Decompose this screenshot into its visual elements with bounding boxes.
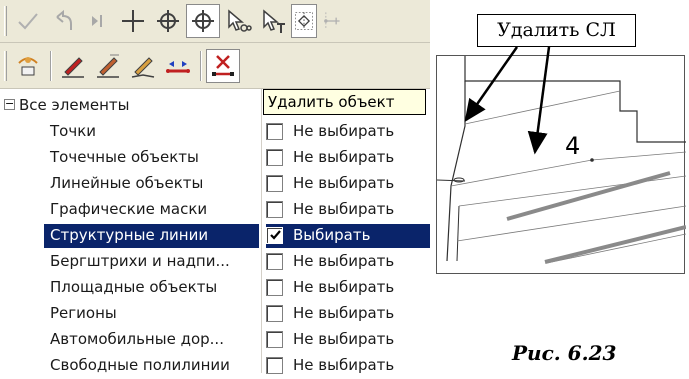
layer-properties-icon[interactable] — [11, 49, 45, 83]
tree-row[interactable]: Структурные линии Выбирать — [0, 223, 430, 249]
collapse-icon[interactable]: − — [4, 98, 15, 110]
row-name: Автомобильные дор... — [50, 330, 224, 348]
snap-crosshair-icon[interactable] — [186, 4, 220, 38]
row-value-cell[interactable]: Не выбирать — [266, 146, 430, 170]
row-value-cell[interactable]: Не выбирать — [266, 276, 430, 300]
select-checkbox[interactable] — [266, 201, 283, 218]
connect-nodes-icon[interactable] — [161, 49, 195, 83]
toolbar-separator — [200, 50, 202, 81]
figure-caption: Рис. 6.23 — [512, 341, 617, 365]
tree-row[interactable]: Свободные полилинии Не выбирать — [0, 353, 430, 379]
checkmark-icon — [270, 230, 281, 240]
edit-toolbar — [0, 0, 430, 43]
edit-structure-line-icon[interactable] — [91, 49, 125, 83]
tree-row[interactable]: Автомобильные дор... Не выбирать — [0, 327, 430, 353]
row-value-cell[interactable]: Не выбирать — [266, 172, 430, 196]
row-value-cell[interactable]: Не выбирать — [266, 302, 430, 326]
toolbar-grip[interactable] — [4, 6, 7, 36]
tooltip: Удалить объект — [263, 89, 426, 115]
toolbar-grip[interactable] — [4, 50, 7, 81]
select-checkbox[interactable] — [266, 227, 283, 244]
undo-arrow-icon[interactable] — [46, 4, 80, 38]
select-checkbox[interactable] — [266, 357, 283, 374]
row-value-label: Выбирать — [293, 226, 371, 244]
select-checkbox[interactable] — [266, 123, 283, 140]
snap-grid-icon[interactable] — [291, 4, 317, 38]
row-name: Бергштрихи и надпи... — [50, 252, 230, 270]
row-name: Структурные линии — [44, 224, 259, 248]
select-checkbox[interactable] — [266, 331, 283, 348]
step-forward-icon[interactable] — [81, 4, 115, 38]
tree-root-label: Все элементы — [19, 96, 130, 114]
row-value-label: Не выбирать — [293, 252, 395, 270]
row-value-cell[interactable]: Не выбирать — [266, 198, 430, 222]
tree-row[interactable]: Площадные объекты Не выбирать — [0, 275, 430, 301]
row-value-label: Не выбирать — [293, 278, 395, 296]
tree-row[interactable]: Графические маски Не выбирать — [0, 197, 430, 223]
add-point-cross-icon[interactable] — [116, 4, 150, 38]
region-number-label: 4 — [565, 132, 580, 160]
row-value-label: Не выбирать — [293, 122, 395, 140]
tree-row[interactable]: Точки Не выбирать — [0, 119, 430, 145]
row-name: Точки — [50, 122, 97, 140]
layer-settings-panel: − Все элементы Точки Не выбирать Точечные … — [0, 0, 430, 374]
crosshair-circle-icon[interactable] — [151, 4, 185, 38]
row-value-label: Не выбирать — [293, 304, 395, 322]
row-value-cell[interactable]: Не выбирать — [266, 120, 430, 144]
draw-structure-line-icon[interactable] — [56, 49, 90, 83]
row-value-label: Не выбирать — [293, 330, 395, 348]
select-objects-cursor-icon[interactable] — [221, 4, 255, 38]
select-checkbox[interactable] — [266, 149, 283, 166]
row-value-cell[interactable]: Не выбирать — [266, 354, 430, 378]
pencil-line-icon[interactable] — [126, 49, 160, 83]
tree-row[interactable]: Точечные объекты Не выбирать — [0, 145, 430, 171]
row-value-label: Не выбирать — [293, 200, 395, 218]
callout-label: Удалить СЛ — [477, 14, 636, 47]
row-name: Линейные объекты — [50, 174, 204, 192]
tree-row[interactable]: Бергштрихи и надпи... Не выбирать — [0, 249, 430, 275]
row-name: Регионы — [50, 304, 117, 322]
node-link-icon[interactable] — [318, 4, 344, 38]
row-value-cell[interactable]: Выбирать — [266, 224, 430, 248]
select-text-cursor-icon[interactable] — [256, 4, 290, 38]
row-value-cell[interactable]: Не выбирать — [266, 328, 430, 352]
select-checkbox[interactable] — [266, 305, 283, 322]
delete-object-icon[interactable] — [206, 48, 240, 83]
select-checkbox[interactable] — [266, 279, 283, 296]
drawing-canvas: 4 — [436, 56, 687, 264]
tree-row[interactable]: Линейные объекты Не выбирать — [0, 171, 430, 197]
row-name: Графические маски — [50, 200, 208, 218]
row-name: Свободные полилинии — [50, 356, 230, 374]
row-value-cell[interactable]: Не выбирать — [266, 250, 430, 274]
toolbar-separator — [50, 50, 52, 81]
select-checkbox[interactable] — [266, 175, 283, 192]
select-checkbox[interactable] — [266, 253, 283, 270]
row-name: Точечные объекты — [50, 148, 199, 166]
row-name: Площадные объекты — [50, 278, 218, 296]
map-drawing: 4 — [436, 55, 687, 274]
row-value-label: Не выбирать — [293, 174, 395, 192]
structure-lines-toolbar — [0, 43, 430, 89]
tree-row[interactable]: Регионы Не выбирать — [0, 301, 430, 327]
apply-check-icon[interactable] — [11, 4, 45, 38]
row-value-label: Не выбирать — [293, 356, 395, 374]
row-value-label: Не выбирать — [293, 148, 395, 166]
